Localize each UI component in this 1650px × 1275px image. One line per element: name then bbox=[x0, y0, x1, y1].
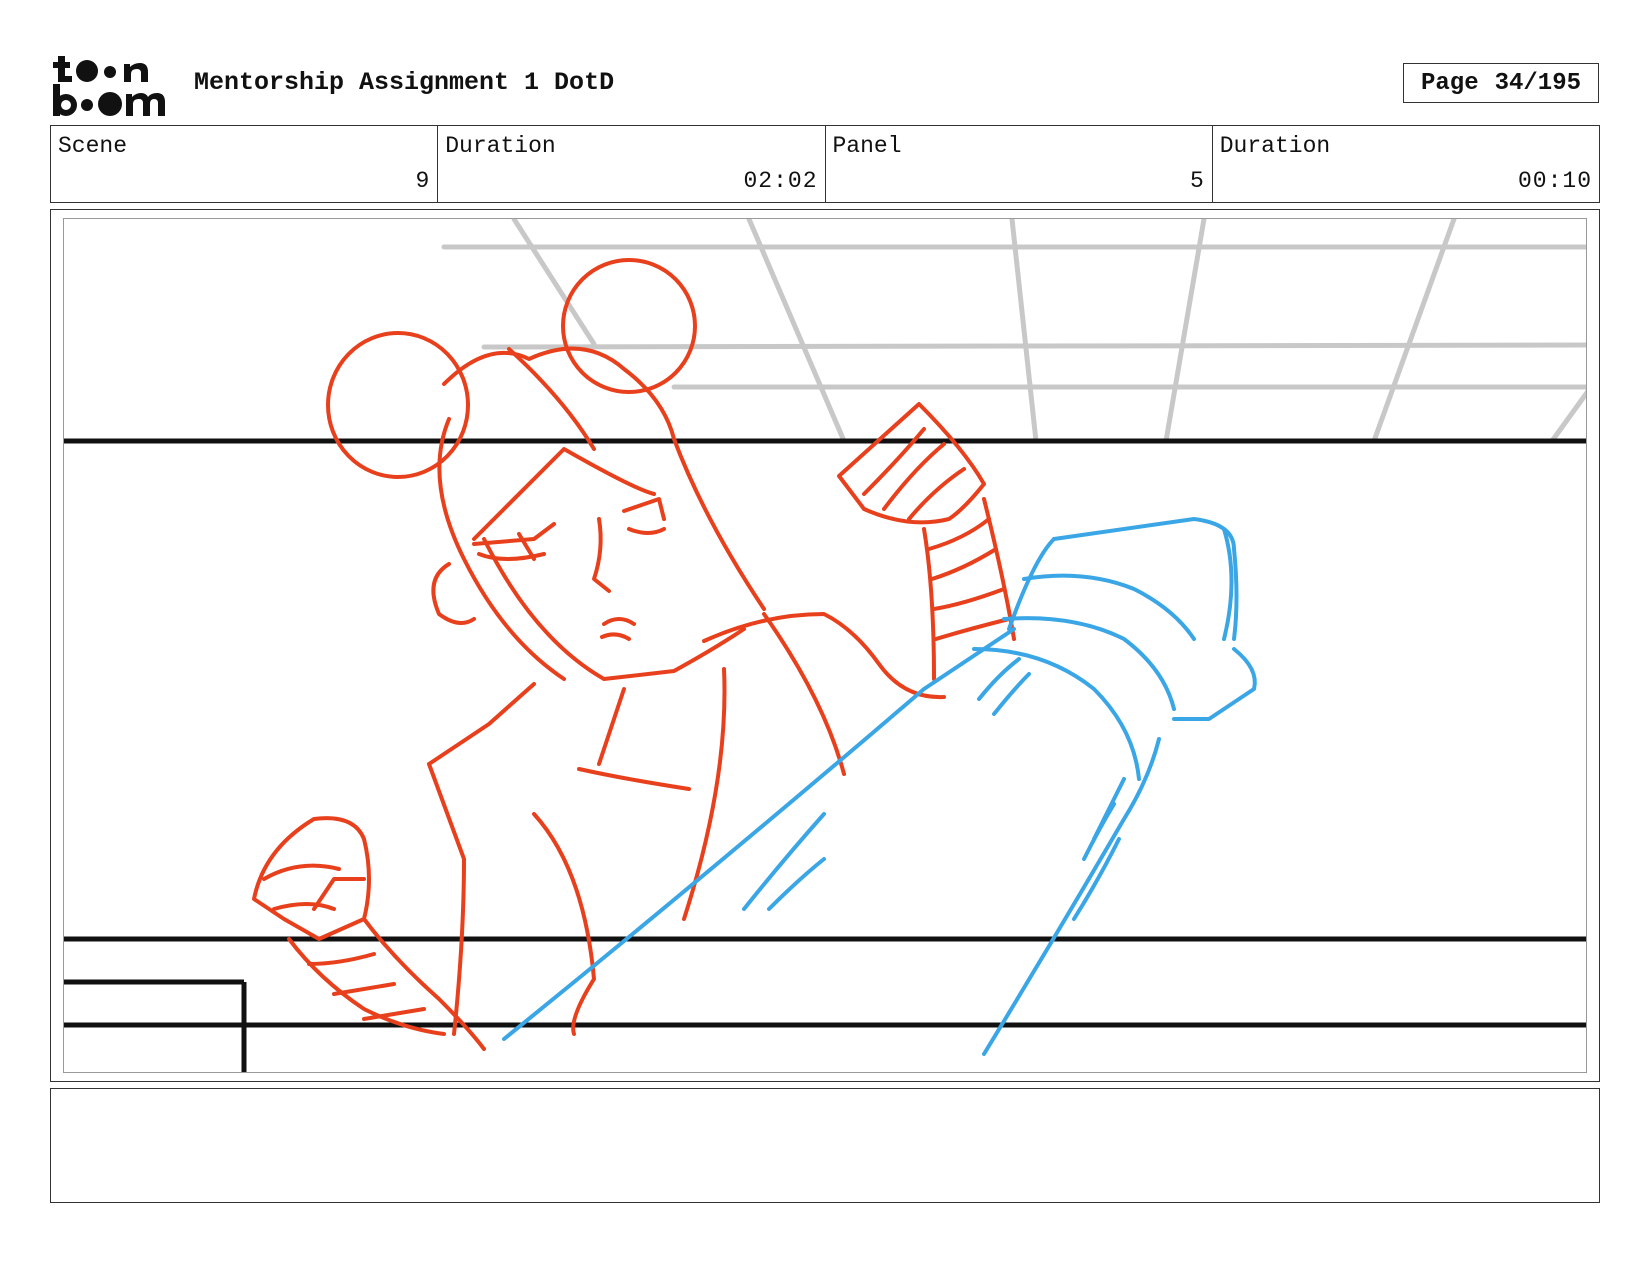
scene-duration-cell: Duration 02:02 bbox=[438, 126, 826, 202]
scene-duration-value: 02:02 bbox=[743, 168, 818, 194]
scene-cell: Scene 9 bbox=[51, 126, 439, 202]
panel-duration-label: Duration bbox=[1219, 133, 1331, 159]
leg-sketch bbox=[502, 517, 1257, 1056]
document-title: Mentorship Assignment 1 DotD bbox=[194, 68, 615, 97]
page-number: 34/195 bbox=[1494, 69, 1582, 97]
panel-sketch bbox=[64, 219, 1586, 1072]
background-lines bbox=[64, 438, 1586, 1072]
panel-label: Panel bbox=[832, 133, 902, 159]
scene-label: Scene bbox=[58, 133, 128, 159]
info-row: Scene 9 Duration 02:02 Panel 5 Duration … bbox=[50, 125, 1600, 203]
scene-value: 9 bbox=[415, 168, 431, 194]
page-indicator: Page 34/195 bbox=[1403, 63, 1599, 103]
storyboard-panel[interactable] bbox=[50, 209, 1600, 1082]
panel-value: 5 bbox=[1189, 168, 1205, 194]
panel-notes[interactable] bbox=[50, 1088, 1600, 1203]
panel-canvas[interactable] bbox=[63, 218, 1587, 1073]
scene-duration-label: Duration bbox=[445, 133, 556, 159]
toon-boom-logo bbox=[53, 56, 165, 116]
panel-duration-cell: Duration 00:10 bbox=[1213, 126, 1599, 202]
panel-cell: Panel 5 bbox=[826, 126, 1213, 202]
panel-duration-value: 00:10 bbox=[1517, 168, 1592, 194]
ceiling-grid bbox=[441, 219, 1586, 444]
page-label: Page bbox=[1420, 69, 1479, 97]
